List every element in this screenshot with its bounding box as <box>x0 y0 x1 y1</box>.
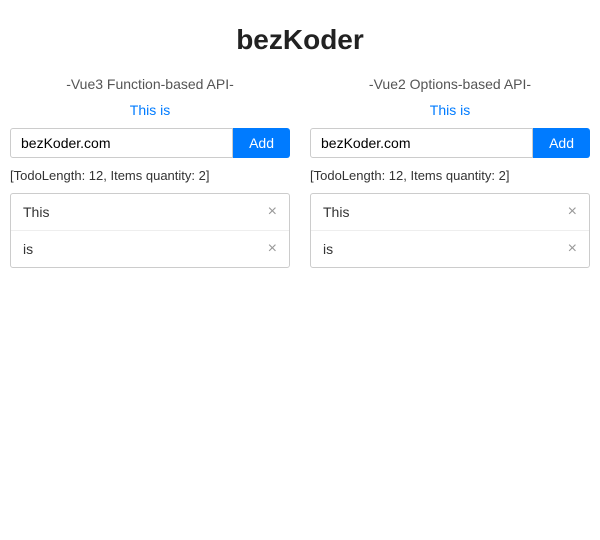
remove-item-button[interactable]: × <box>568 204 577 220</box>
list-item-text: This <box>23 204 49 220</box>
add-button-0[interactable]: Add <box>233 128 290 158</box>
list-item-text: is <box>23 241 33 257</box>
remove-item-button[interactable]: × <box>268 204 277 220</box>
list-item-text: is <box>323 241 333 257</box>
columns-container: -Vue3 Function-based API- This is Add [Todo… <box>10 76 590 268</box>
list-item: This × <box>311 194 589 231</box>
input-row-1: Add <box>310 128 590 158</box>
page-title: bezKoder <box>236 24 364 56</box>
vue3-column: -Vue3 Function-based API- This is Add [Todo… <box>10 76 290 268</box>
remove-item-button[interactable]: × <box>568 241 577 257</box>
this-is-label-0: This is <box>130 102 170 118</box>
remove-item-button[interactable]: × <box>268 241 277 257</box>
this-is-label-1: This is <box>430 102 470 118</box>
list-item: This × <box>11 194 289 231</box>
list-item-text: This <box>323 204 349 220</box>
list-item: is × <box>11 231 289 267</box>
column-title-0: -Vue3 Function-based API- <box>66 76 234 92</box>
todo-info-0: [TodoLength: 12, Items quantity: 2] <box>10 168 290 183</box>
todo-input-1[interactable] <box>310 128 533 158</box>
list-item: is × <box>311 231 589 267</box>
todo-list-0: This × is × <box>10 193 290 268</box>
column-title-1: -Vue2 Options-based API- <box>369 76 531 92</box>
vue2-column: -Vue2 Options-based API- This is Add [TodoL… <box>310 76 590 268</box>
todo-info-1: [TodoLength: 12, Items quantity: 2] <box>310 168 590 183</box>
add-button-1[interactable]: Add <box>533 128 590 158</box>
todo-input-0[interactable] <box>10 128 233 158</box>
input-row-0: Add <box>10 128 290 158</box>
todo-list-1: This × is × <box>310 193 590 268</box>
